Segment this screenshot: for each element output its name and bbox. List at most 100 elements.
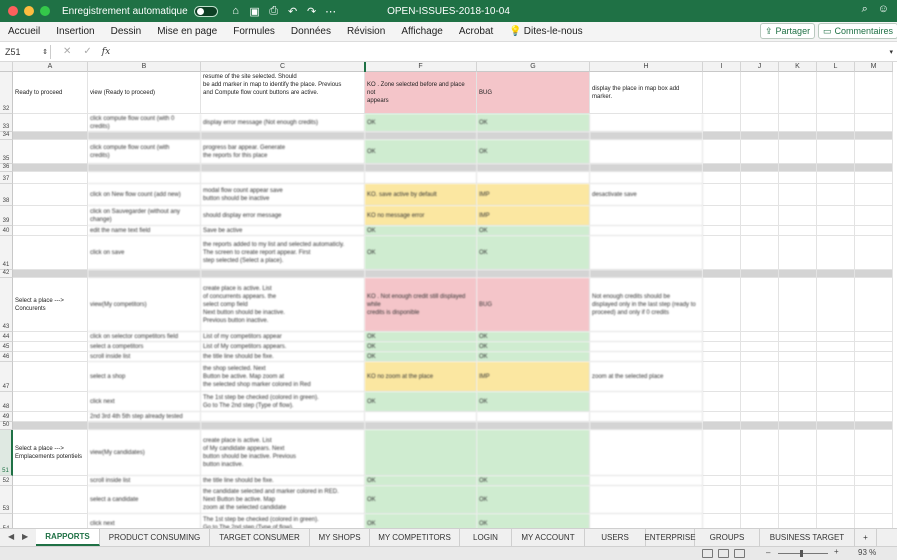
cell-a[interactable]: Select a place ---> Concurents [13, 278, 88, 332]
cell-a[interactable] [13, 226, 88, 236]
cell-j[interactable] [741, 72, 779, 114]
cell-f[interactable] [365, 270, 477, 278]
column-header-c[interactable]: C [201, 62, 365, 72]
zoom-out-button[interactable]: – [766, 548, 770, 557]
cell-b[interactable]: click on New flow count (add new) [88, 184, 201, 206]
cell-f[interactable]: OK [365, 140, 477, 164]
cell-a[interactable] [13, 164, 88, 172]
cell-i[interactable] [703, 226, 741, 236]
column-header-j[interactable]: J [741, 62, 779, 72]
cell-h[interactable] [590, 270, 703, 278]
cell-f[interactable]: OK [365, 476, 477, 486]
cell-g[interactable]: OK [477, 140, 590, 164]
cell-i[interactable] [703, 342, 741, 352]
cell-i[interactable] [703, 140, 741, 164]
row-header[interactable]: 46 [0, 352, 13, 362]
cell-a[interactable] [13, 236, 88, 270]
cell-b[interactable] [88, 132, 201, 140]
cell-i[interactable] [703, 476, 741, 486]
close-window-button[interactable] [8, 6, 18, 16]
cell-m[interactable] [855, 352, 893, 362]
cell-a[interactable] [13, 332, 88, 342]
cell-l[interactable] [817, 114, 855, 132]
cell-m[interactable] [855, 430, 893, 476]
cell-f[interactable] [365, 430, 477, 476]
expand-formula-icon[interactable]: ▾ [889, 48, 893, 56]
cell-j[interactable] [741, 270, 779, 278]
cell-j[interactable] [741, 132, 779, 140]
cell-l[interactable] [817, 278, 855, 332]
cell-i[interactable] [703, 430, 741, 476]
cell-h[interactable]: zoom at the selected place [590, 362, 703, 392]
select-all-corner[interactable] [0, 62, 13, 72]
column-header-h[interactable]: H [590, 62, 703, 72]
cell-k[interactable] [779, 140, 817, 164]
cell-b[interactable]: select a shop [88, 362, 201, 392]
row-header[interactable]: 32 [0, 72, 13, 114]
cell-f[interactable]: KO no zoom at the place [365, 362, 477, 392]
cell-h[interactable] [590, 164, 703, 172]
cell-i[interactable] [703, 422, 741, 430]
cell-j[interactable] [741, 184, 779, 206]
cell-f[interactable]: KO. save active by default [365, 184, 477, 206]
column-header-a[interactable]: A [13, 62, 88, 72]
cell-c[interactable]: progress bar appear. Generate the report… [201, 140, 365, 164]
cell-m[interactable] [855, 226, 893, 236]
sheet-tab-users[interactable]: USERS [585, 529, 646, 546]
cell-m[interactable] [855, 486, 893, 514]
minimize-window-button[interactable] [24, 6, 34, 16]
cell-b[interactable]: select a candidate [88, 486, 201, 514]
cell-b[interactable]: edit the name text field [88, 226, 201, 236]
cell-j[interactable] [741, 114, 779, 132]
cell-c[interactable]: List of my competitors appear [201, 332, 365, 342]
cell-l[interactable] [817, 476, 855, 486]
cell-l[interactable] [817, 172, 855, 184]
tab-formules[interactable]: Formules [233, 26, 275, 37]
cell-b[interactable]: click compute flow count (with credits) [88, 140, 201, 164]
cell-j[interactable] [741, 422, 779, 430]
column-header-m[interactable]: M [855, 62, 893, 72]
next-sheet-icon[interactable]: ▶ [22, 532, 28, 541]
cell-m[interactable] [855, 236, 893, 270]
autosave-toggle[interactable] [193, 5, 218, 17]
redo-icon[interactable]: ↷ [304, 5, 320, 18]
cell-c[interactable]: The 1st step be checked (colored in gree… [201, 392, 365, 412]
cell-c[interactable]: display error message (Not enough credit… [201, 114, 365, 132]
cell-j[interactable] [741, 476, 779, 486]
cell-h[interactable] [590, 226, 703, 236]
row-header[interactable]: 37 [0, 172, 13, 184]
cell-c[interactable]: The 1st step be checked (colored in gree… [201, 514, 365, 528]
cell-b[interactable]: select a competitors [88, 342, 201, 352]
cell-l[interactable] [817, 362, 855, 392]
cell-c[interactable] [201, 132, 365, 140]
cell-k[interactable] [779, 430, 817, 476]
cell-j[interactable] [741, 412, 779, 422]
cell-j[interactable] [741, 226, 779, 236]
cell-l[interactable] [817, 486, 855, 514]
name-box[interactable]: Z51 ⇕ [3, 44, 51, 59]
cell-c[interactable]: the title line should be fixe. [201, 476, 365, 486]
cell-j[interactable] [741, 206, 779, 226]
cell-i[interactable] [703, 132, 741, 140]
tab-acrobat[interactable]: Acrobat [459, 26, 493, 37]
row-header[interactable]: 54 [0, 514, 13, 528]
cell-a[interactable] [13, 362, 88, 392]
cell-f[interactable] [365, 412, 477, 422]
cell-i[interactable] [703, 514, 741, 528]
cell-b[interactable]: click compute flow count (with 0 credits… [88, 114, 201, 132]
cell-m[interactable] [855, 184, 893, 206]
cell-m[interactable] [855, 172, 893, 184]
cell-h[interactable] [590, 172, 703, 184]
search-icon[interactable]: ⌕ [862, 3, 868, 16]
cell-k[interactable] [779, 332, 817, 342]
cell-h[interactable]: Not enough credits should be displayed o… [590, 278, 703, 332]
row-header[interactable]: 50 [0, 422, 13, 430]
cell-g[interactable]: IMP [477, 184, 590, 206]
cell-h[interactable]: desactivate save [590, 184, 703, 206]
cell-g[interactable]: BUG [477, 72, 590, 114]
cell-g[interactable]: OK [477, 476, 590, 486]
cell-m[interactable] [855, 140, 893, 164]
cell-m[interactable] [855, 164, 893, 172]
cell-b[interactable]: click on selector competitors field [88, 332, 201, 342]
cell-g[interactable]: OK [477, 342, 590, 352]
